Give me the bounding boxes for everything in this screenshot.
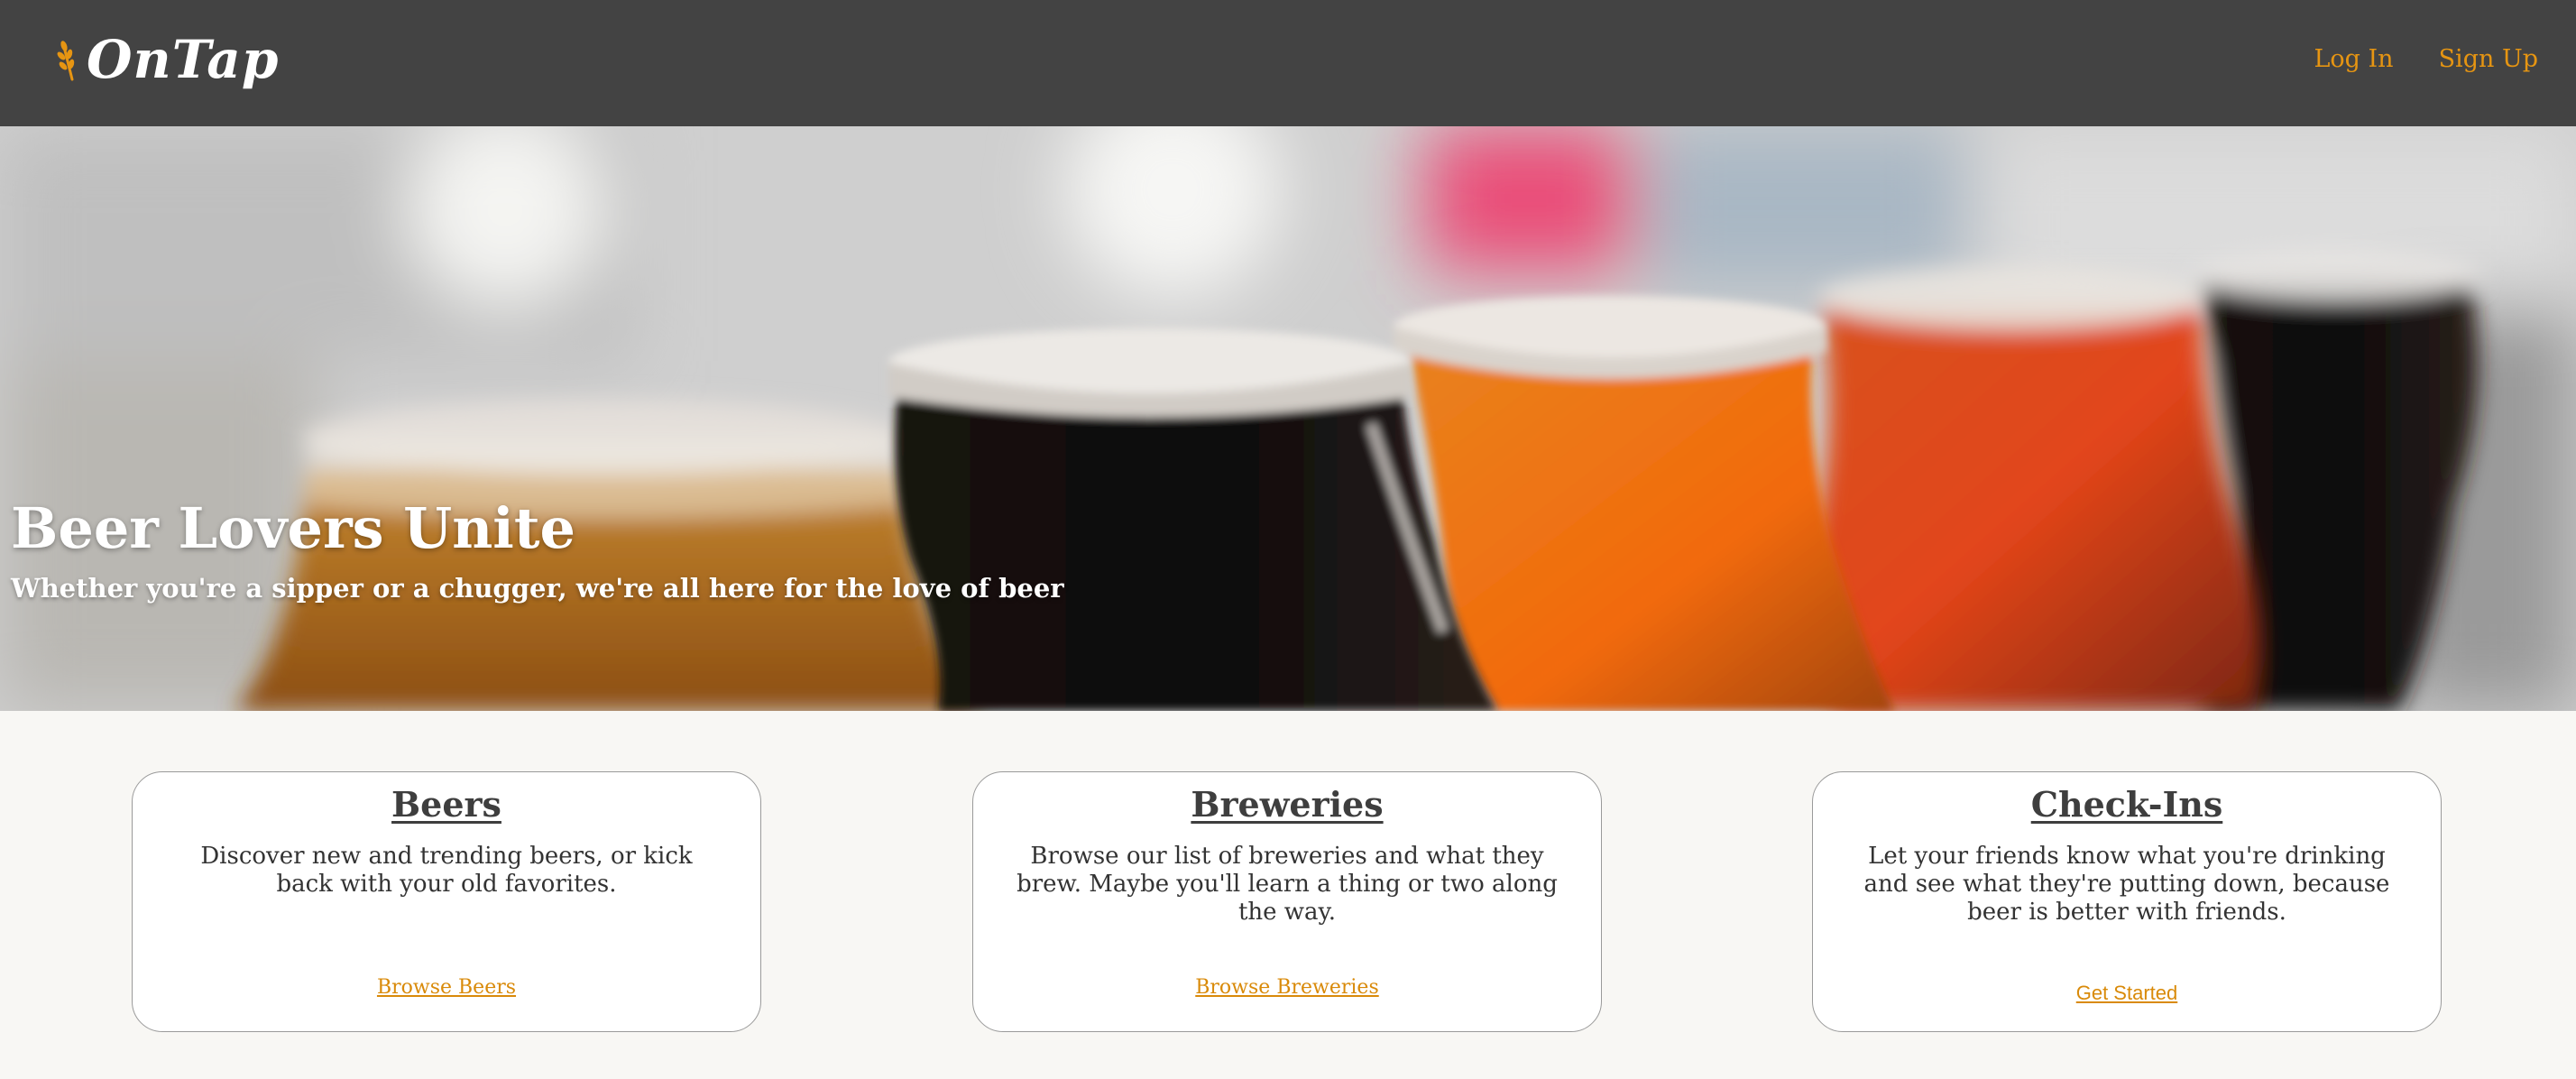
- login-link[interactable]: Log In: [2314, 40, 2393, 79]
- hero-subtitle: Whether you're a sipper or a chugger, we…: [11, 573, 1064, 604]
- checkins-card-description: Let your friends know what you're drinki…: [1863, 843, 2390, 926]
- logo-text: OnTap: [87, 29, 280, 90]
- checkins-card-title: Check-Ins: [2030, 784, 2223, 825]
- logo-link[interactable]: OnTap: [56, 27, 279, 92]
- breweries-card-title: Breweries: [1191, 784, 1384, 825]
- breweries-card-description: Browse our list of breweries and what th…: [1017, 843, 1558, 926]
- checkins-card: Check-Ins Let your friends know what you…: [1812, 771, 2442, 1032]
- get-started-link[interactable]: Get Started: [1813, 982, 2441, 1005]
- site-header: OnTap Log In Sign Up: [0, 0, 2576, 126]
- breweries-card: Breweries Browse our list of breweries a…: [972, 771, 1602, 1032]
- header-nav: Log In Sign Up: [2314, 40, 2538, 79]
- hero-banner: Beer Lovers Unite Whether you're a sippe…: [0, 126, 2576, 711]
- signup-link[interactable]: Sign Up: [2439, 40, 2538, 79]
- beer-flight-photo: [0, 126, 2576, 711]
- beers-card-description: Discover new and trending beers, or kick…: [200, 843, 693, 898]
- browse-breweries-link[interactable]: Browse Breweries: [973, 976, 1601, 999]
- beers-card-title: Beers: [391, 784, 501, 825]
- wheat-icon: [57, 41, 75, 81]
- browse-beers-link[interactable]: Browse Beers: [133, 976, 760, 999]
- hero-title: Beer Lovers Unite: [11, 495, 575, 561]
- beers-card: Beers Discover new and trending beers, o…: [132, 771, 761, 1032]
